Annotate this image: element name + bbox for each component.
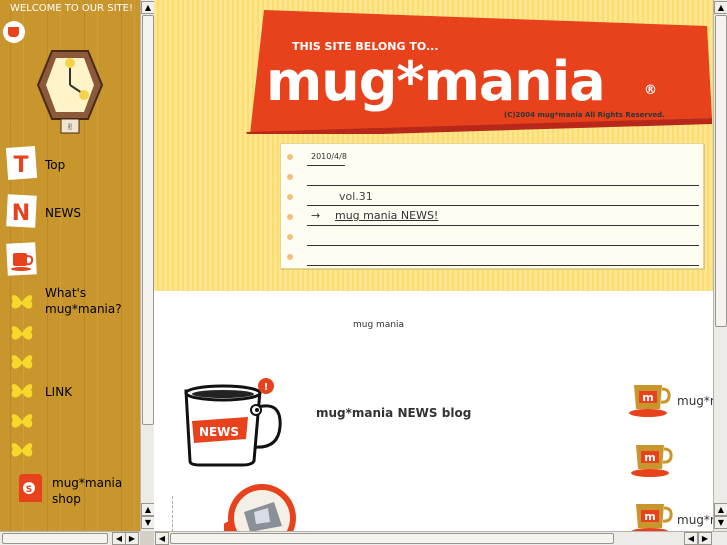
svg-text:T: T	[13, 153, 28, 178]
left-vertical-scrollbar[interactable]: ▲ ▲ ▼	[140, 0, 155, 531]
svg-text:m: m	[644, 451, 655, 464]
bullet-dot	[287, 194, 293, 200]
main-hscroll-thumb[interactable]	[170, 533, 614, 544]
date-underline	[307, 165, 345, 166]
butterfly-icon[interactable]	[9, 410, 35, 432]
left-hscroll-thumb[interactable]	[2, 533, 108, 544]
svg-text:m: m	[642, 391, 653, 404]
m-mug-icon[interactable]: m	[630, 439, 674, 479]
svg-text:N: N	[12, 201, 30, 226]
svg-text:S: S	[26, 485, 32, 495]
bullet-dot	[287, 154, 293, 160]
nav-shop-link[interactable]: mug*mania shop	[52, 475, 122, 507]
paper-rule	[307, 245, 699, 246]
news-volume: vol.31	[339, 190, 373, 203]
scroll-up-button[interactable]: ▲	[141, 503, 155, 516]
site-subtitle: mug mania	[353, 320, 405, 330]
paper-rule	[307, 265, 699, 266]
scroll-right-button[interactable]: ▶	[698, 532, 712, 545]
left-navigation-frame: WELCOME TO OUR SITE! ✌ T Top N NEWS What…	[0, 0, 155, 545]
news-note-paper: 2010/4/8 vol.31 → mug mania NEWS!	[280, 143, 704, 269]
paper-rule	[307, 205, 699, 206]
nav-news-link[interactable]: NEWS	[45, 205, 81, 221]
bullet-dot	[287, 254, 293, 260]
scroll-up-button[interactable]: ▲	[714, 1, 727, 14]
welcome-text: WELCOME TO OUR SITE!	[10, 3, 133, 14]
clock-mascot-icon: ✌	[36, 50, 104, 134]
butterfly-icon[interactable]	[9, 439, 35, 461]
mugmania-news-link[interactable]: mug mania NEWS!	[335, 209, 438, 222]
top-t-icon[interactable]: T	[6, 146, 37, 180]
left-scroll-thumb[interactable]	[142, 15, 154, 425]
nav-link-link[interactable]: LINK	[45, 384, 72, 400]
dashed-divider	[172, 496, 173, 532]
nav-top-link[interactable]: Top	[45, 157, 65, 173]
banner-logo-text: mug*mania	[266, 50, 605, 113]
product-photo-image	[224, 484, 296, 532]
news-mug-icon[interactable]: NEWS !	[182, 377, 286, 469]
scroll-left-button[interactable]: ◀	[112, 532, 126, 545]
left-frame-content: WELCOME TO OUR SITE! ✌ T Top N NEWS What…	[0, 0, 140, 531]
news-date: 2010/4/8	[311, 152, 347, 161]
left-horizontal-scrollbar[interactable]: ◀ ▶	[0, 531, 140, 545]
scroll-right-button[interactable]: ▶	[125, 532, 139, 545]
m-mug-icon[interactable]: m	[628, 379, 672, 419]
butterfly-icon[interactable]	[9, 351, 35, 373]
main-scroll-thumb[interactable]	[715, 15, 727, 327]
main-horizontal-scrollbar[interactable]: ◀ ◀ ▶	[154, 531, 727, 545]
scroll-up-button[interactable]: ▲	[714, 503, 727, 516]
site-header: THIS SITE BELONG TO... mug*mania ® (C)20…	[154, 0, 713, 291]
shop-icon[interactable]: S	[15, 472, 46, 506]
news-n-icon[interactable]: N	[6, 194, 37, 228]
scroll-down-button[interactable]: ▼	[141, 516, 155, 529]
svg-text:✌: ✌	[66, 123, 74, 133]
scroll-down-button[interactable]: ▼	[714, 516, 727, 529]
butterfly-icon[interactable]	[9, 380, 35, 402]
scroll-left-button[interactable]: ◀	[155, 532, 169, 545]
news-blog-link[interactable]: mug*mania NEWS blog	[316, 406, 471, 420]
scroll-left-button[interactable]: ◀	[684, 532, 698, 545]
main-vertical-scrollbar[interactable]: ▲ ▲ ▼	[713, 0, 727, 531]
registered-mark: ®	[644, 83, 657, 98]
nav-whats-mugmania-link[interactable]: What's mug*mania?	[45, 285, 122, 317]
svg-text:m: m	[644, 510, 655, 523]
news-badge-text: NEWS	[199, 425, 239, 439]
mugmania-banner-logo: THIS SITE BELONG TO... mug*mania ® (C)20…	[246, 10, 712, 134]
bullet-dot	[287, 174, 293, 180]
arrow-icon: →	[311, 209, 321, 222]
svg-text:!: !	[264, 382, 269, 393]
banner-copyright: (C)2004 mug*mania All Rights Reserved.	[504, 111, 665, 119]
mug-menu-icon[interactable]	[6, 242, 37, 276]
mini-mug-icon	[3, 21, 25, 43]
butterfly-icon[interactable]	[9, 322, 35, 344]
butterfly-icon[interactable]	[9, 291, 35, 313]
paper-rule	[307, 225, 699, 226]
bullet-dot	[287, 214, 293, 220]
paper-rule	[307, 185, 699, 186]
scroll-up-button[interactable]: ▲	[141, 1, 155, 14]
bullet-dot	[287, 234, 293, 240]
main-content-frame: THIS SITE BELONG TO... mug*mania ® (C)20…	[154, 0, 727, 545]
